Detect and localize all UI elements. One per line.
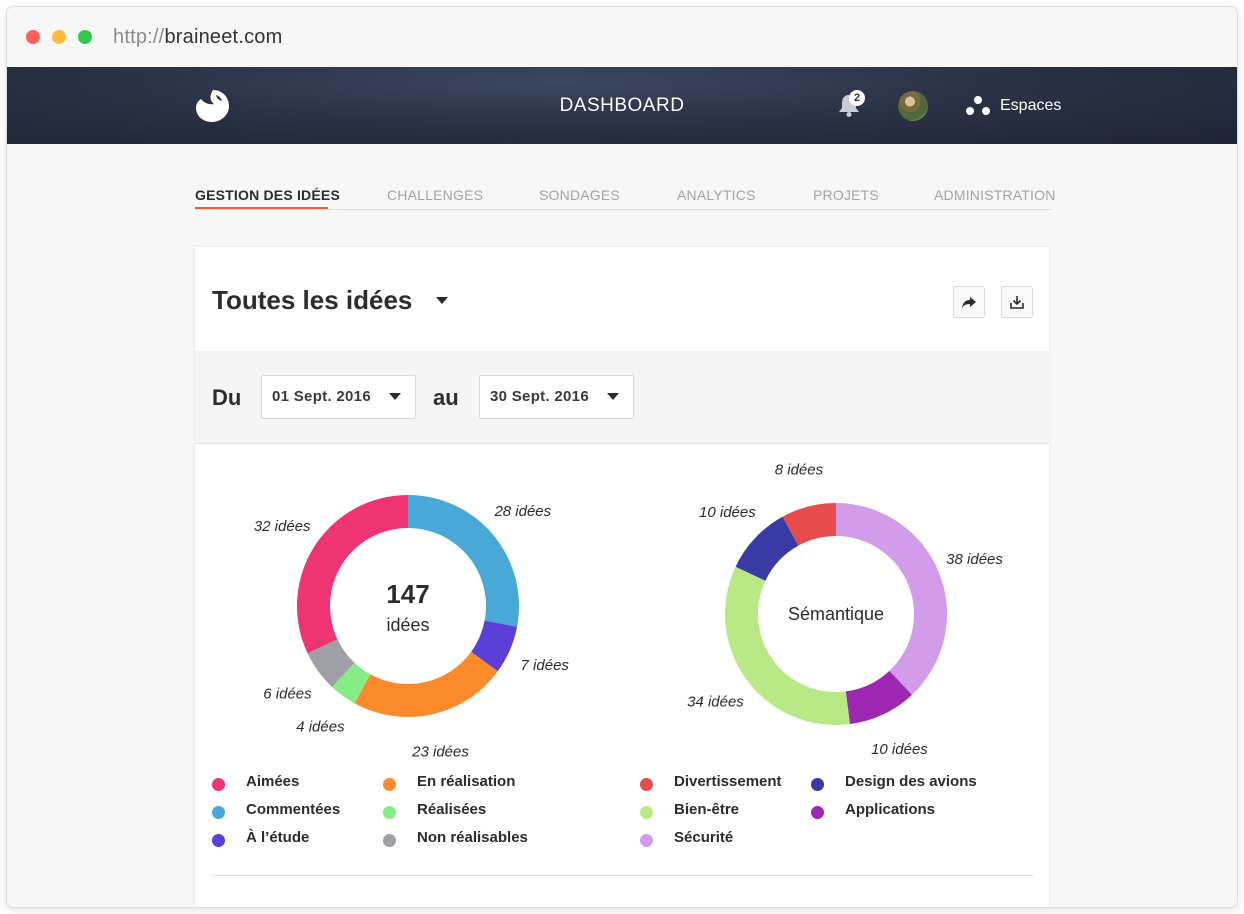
legend-label: Divertissement xyxy=(674,773,782,790)
slice-data-label: 6 idées xyxy=(263,686,312,703)
slice-data-label: 7 idées xyxy=(521,657,570,674)
from-label: Du xyxy=(212,385,242,410)
tab-administration[interactable]: ADMINISTRATION xyxy=(934,187,1056,203)
notification-count-badge: 2 xyxy=(849,90,865,106)
legend-label: En réalisation xyxy=(417,773,516,790)
legend-color-dot xyxy=(383,834,396,847)
share-icon xyxy=(962,297,976,308)
download-button[interactable] xyxy=(1001,286,1033,318)
active-tab-indicator xyxy=(195,207,328,209)
legend-color-dot xyxy=(212,778,225,791)
charts-area: 28 idées 7 idées 23 idées 4 idées 6 idées 32 … xyxy=(254,462,1004,761)
legend-color-dot xyxy=(811,806,824,819)
legend-label: Aimées xyxy=(246,773,300,790)
card-divider xyxy=(211,875,1033,876)
to-label: au xyxy=(433,385,459,410)
minimize-window-button[interactable] xyxy=(52,30,66,44)
to-date-value: 30 Sept. 2016 xyxy=(490,388,589,405)
tab-challenges[interactable]: CHALLENGES xyxy=(387,187,483,203)
legend-label: Non réalisables xyxy=(417,829,528,846)
url-host: braineet.com xyxy=(164,26,283,48)
share-button[interactable] xyxy=(953,286,985,318)
slice-data-label: 34 idées xyxy=(687,694,744,711)
to-date-select[interactable]: 30 Sept. 2016 xyxy=(479,375,634,419)
donut-center-value: 147 xyxy=(386,579,429,609)
slice-data-label: 38 idées xyxy=(946,551,1003,568)
ideas-semantic-donut-chart: 38 idées 10 idées 34 idées 10 idées 8 idées S… xyxy=(687,462,1003,758)
legend-label: À l’étude xyxy=(246,829,310,846)
chevron-down-icon xyxy=(389,393,401,400)
tab-projets[interactable]: PROJETS xyxy=(813,187,879,203)
donut-slice-en-realisation[interactable] xyxy=(354,651,498,717)
ideas-card: Toutes les idées Du 01 Sept. 2016 au 30 … xyxy=(195,247,1049,907)
espaces-label: Espaces xyxy=(1000,97,1062,114)
tab-analytics[interactable]: ANALYTICS xyxy=(677,187,756,203)
section-tabs: GESTION DES IDÉES CHALLENGES SONDAGES AN… xyxy=(195,185,1055,210)
slice-data-label: 10 idées xyxy=(871,741,928,758)
donut-center-label: Sémantique xyxy=(788,604,884,624)
tab-gestion-des-idees[interactable]: GESTION DES IDÉES xyxy=(195,187,340,203)
from-date-value: 01 Sept. 2016 xyxy=(272,388,371,405)
tab-sondages[interactable]: SONDAGES xyxy=(539,187,620,203)
legend-color-dot xyxy=(212,834,225,847)
browser-window: http://braineet.com DASHBOARD 2 Espaces … xyxy=(7,7,1237,907)
legend-color-dot xyxy=(383,778,396,791)
legend-label: Applications xyxy=(845,801,936,818)
legend-color-dot xyxy=(383,806,396,819)
address-bar[interactable]: http://braineet.com xyxy=(113,26,282,49)
download-icon xyxy=(1010,296,1024,309)
chevron-down-icon xyxy=(607,393,619,400)
maximize-window-button[interactable] xyxy=(78,30,92,44)
legend-label: Design des avions xyxy=(845,773,977,790)
legend-color-dot xyxy=(811,778,824,791)
legend-color-dot xyxy=(640,834,653,847)
espaces-icon xyxy=(966,96,990,115)
from-date-select[interactable]: 01 Sept. 2016 xyxy=(261,375,416,419)
slice-data-label: 10 idées xyxy=(699,504,756,521)
slice-data-label: 28 idées xyxy=(493,503,551,520)
donut-slice-securite[interactable] xyxy=(836,503,947,695)
slice-data-label: 23 idées xyxy=(411,743,469,760)
ideas-status-donut-chart: 28 idées 7 idées 23 idées 4 idées 6 idées 32 … xyxy=(254,495,570,760)
browser-titlebar: http://braineet.com xyxy=(7,7,1237,68)
legend-label: Commentées xyxy=(246,801,341,818)
close-window-button[interactable] xyxy=(26,30,40,44)
donut-center-label: idées xyxy=(386,615,429,635)
slice-data-label: 8 idées xyxy=(775,462,824,479)
legend-color-dot xyxy=(640,778,653,791)
slice-data-label: 4 idées xyxy=(296,719,345,736)
top-navbar: DASHBOARD 2 Espaces xyxy=(7,67,1237,144)
legend-label: Bien-être xyxy=(674,801,740,818)
card-header: Toutes les idées xyxy=(195,247,1049,352)
user-avatar[interactable] xyxy=(898,91,928,121)
url-protocol: http:// xyxy=(113,26,165,48)
legend-label: Réalisées xyxy=(417,801,487,818)
legend-color-dot xyxy=(640,806,653,819)
legend-color-dot xyxy=(212,806,225,819)
date-filter-row: Du 01 Sept. 2016 au 30 Sept. 2016 xyxy=(195,351,1049,444)
legend-label: Sécurité xyxy=(674,829,734,846)
card-title: Toutes les idées xyxy=(212,285,413,315)
slice-data-label: 32 idées xyxy=(254,518,311,535)
title-dropdown-caret-icon[interactable] xyxy=(435,295,449,305)
